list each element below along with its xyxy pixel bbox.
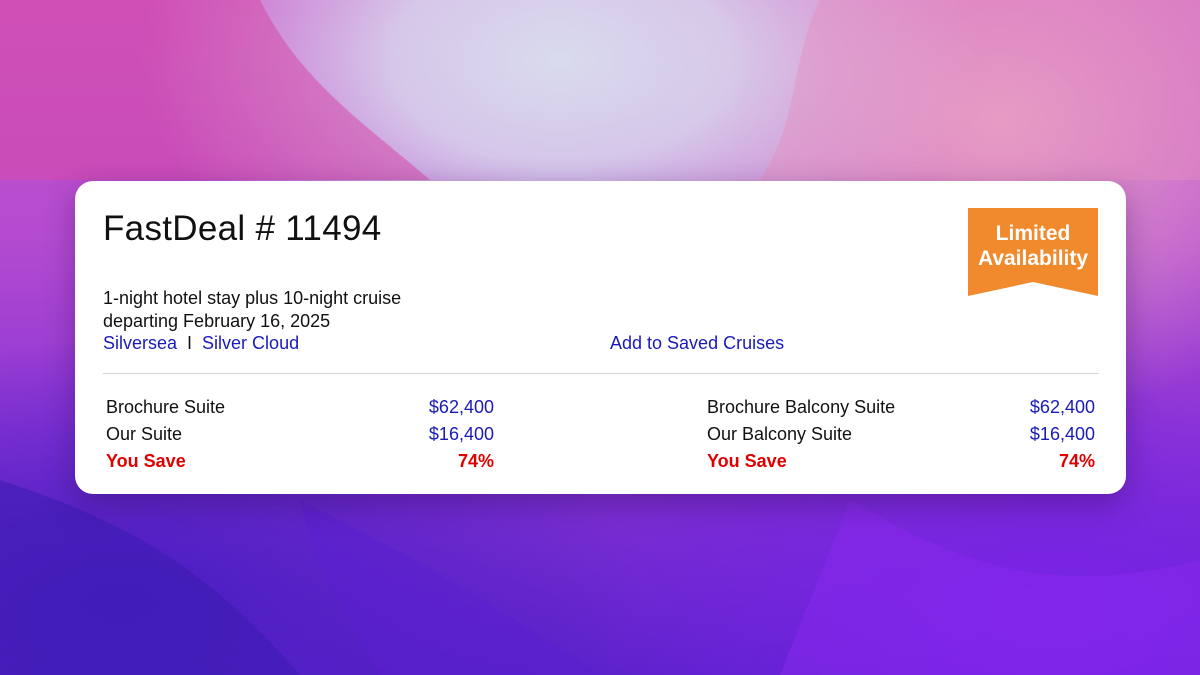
description-line-2: departing February 16, 2025	[103, 311, 331, 331]
brochure-label: Brochure Balcony Suite	[707, 397, 896, 417]
link-separator: I	[187, 333, 193, 353]
brochure-label: Brochure Suite	[106, 397, 226, 417]
cruise-links: Silversea I Silver Cloud	[103, 332, 299, 354]
deal-card: FastDeal # 11494 Limited Availability 1-…	[75, 181, 1126, 494]
our-label: Our Balcony Suite	[707, 424, 853, 444]
savings-value: 74%	[457, 451, 494, 471]
brochure-price: $62,400	[1029, 397, 1095, 417]
our-price: $16,400	[1029, 424, 1095, 444]
badge-line2: Availability	[978, 247, 1088, 270]
description-line-1: 1-night hotel stay plus 10-night cruise	[103, 288, 402, 308]
limited-availability-badge: Limited Availability	[968, 208, 1098, 296]
savings-value: 74%	[1058, 451, 1095, 471]
savings-row: You Save 74%	[106, 448, 494, 475]
badge-line1: Limited	[996, 222, 1071, 245]
brochure-row: Brochure Suite $62,400	[106, 394, 494, 421]
brochure-row: Brochure Balcony Suite $62,400	[707, 394, 1095, 421]
pricing-group-balcony-suite: Brochure Balcony Suite $62,400 Our Balco…	[707, 394, 1095, 475]
our-price-row: Our Balcony Suite $16,400	[707, 421, 1095, 448]
savings-row: You Save 74%	[707, 448, 1095, 475]
our-label: Our Suite	[106, 424, 183, 444]
savings-label: You Save	[106, 451, 186, 471]
cruise-line-link[interactable]: Silversea	[103, 333, 177, 353]
add-to-saved-cruises-link[interactable]: Add to Saved Cruises	[610, 333, 784, 353]
deal-description: 1-night hotel stay plus 10-night cruise …	[103, 287, 401, 333]
deal-title: FastDeal # 11494	[103, 209, 382, 248]
brochure-price: $62,400	[428, 397, 494, 417]
pricing-group-suite: Brochure Suite $62,400 Our Suite $16,400…	[106, 394, 494, 475]
ship-link[interactable]: Silver Cloud	[202, 333, 299, 353]
our-price-row: Our Suite $16,400	[106, 421, 494, 448]
our-price: $16,400	[428, 424, 494, 444]
divider	[103, 373, 1099, 374]
savings-label: You Save	[707, 451, 787, 471]
